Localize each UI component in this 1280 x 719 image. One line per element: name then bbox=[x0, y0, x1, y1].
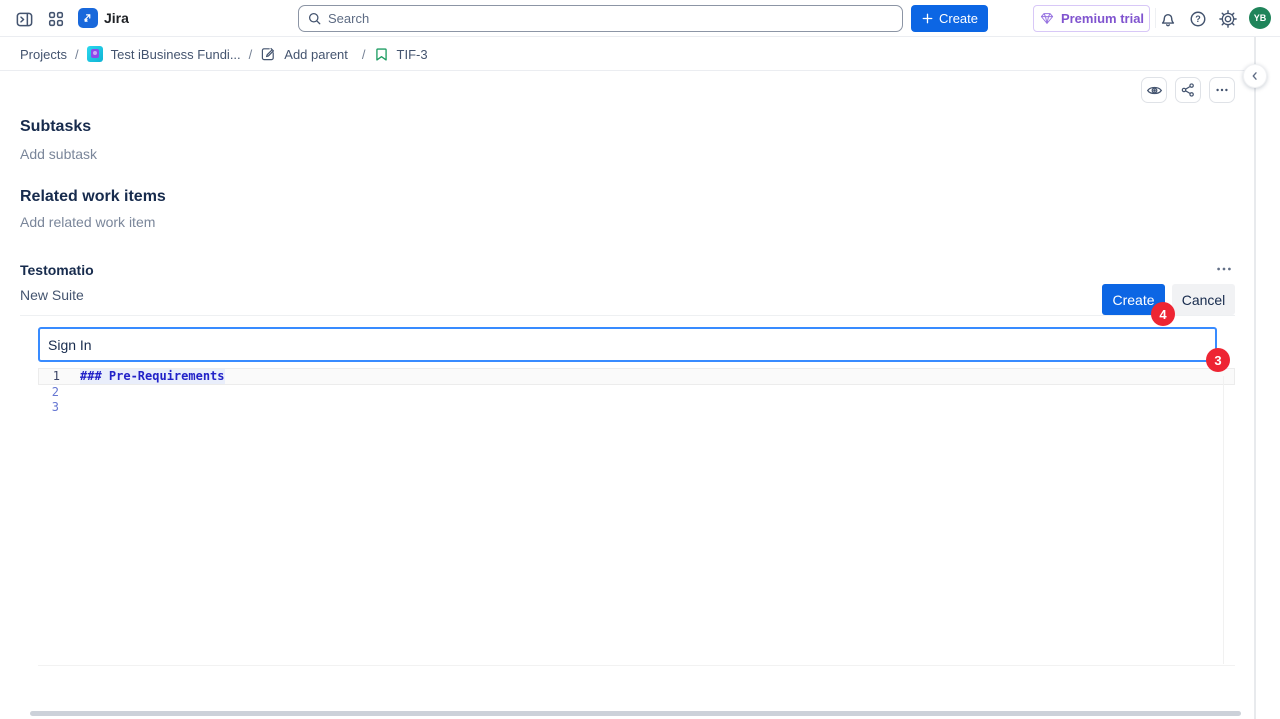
jira-logo-icon[interactable] bbox=[78, 8, 98, 28]
horizontal-scrollbar[interactable] bbox=[30, 711, 1241, 716]
app-title: Jira bbox=[104, 10, 129, 26]
breadcrumb-projects[interactable]: Projects bbox=[20, 47, 67, 62]
notifications-bell-icon[interactable] bbox=[1158, 9, 1178, 29]
editor-line[interactable]: 3 bbox=[38, 400, 1235, 415]
topbar-separator bbox=[1155, 8, 1156, 28]
ellipsis-icon bbox=[1214, 82, 1230, 98]
settings-gear-icon[interactable] bbox=[1218, 9, 1238, 29]
breadcrumb-issue-key[interactable]: TIF-3 bbox=[397, 47, 428, 62]
app-switcher-icon[interactable] bbox=[46, 9, 66, 29]
related-work-items-heading: Related work items bbox=[20, 188, 166, 206]
plus-icon bbox=[921, 12, 934, 25]
suite-title-input[interactable] bbox=[38, 327, 1217, 362]
breadcrumb-bar: Projects / Test iBusiness Fundi... / Add… bbox=[0, 37, 1247, 71]
create-button-label: Create bbox=[939, 11, 978, 26]
create-button[interactable]: Create bbox=[911, 5, 988, 32]
line-number: 3 bbox=[45, 400, 59, 415]
premium-trial-label: Premium trial bbox=[1061, 11, 1144, 26]
breadcrumb: Projects / Test iBusiness Fundi... / Add… bbox=[20, 37, 428, 71]
suite-cancel-button[interactable]: Cancel bbox=[1172, 284, 1235, 315]
testomatio-heading: Testomatio bbox=[20, 262, 94, 278]
chevron-left-icon bbox=[1248, 69, 1262, 83]
breadcrumb-more-button[interactable] bbox=[1209, 77, 1235, 103]
sidebar-toggle-icon[interactable] bbox=[14, 9, 34, 29]
edit-pencil-icon bbox=[260, 46, 276, 62]
breadcrumb-project-name[interactable]: Test iBusiness Fundi... bbox=[111, 47, 241, 62]
breadcrumb-separator: / bbox=[249, 47, 253, 62]
jira-issue-page: Jira Create Premium trial bbox=[0, 0, 1280, 719]
line-number: 1 bbox=[46, 369, 60, 384]
avatar-initials: YB bbox=[1254, 13, 1267, 23]
annotation-badge-4: 4 bbox=[1151, 302, 1175, 326]
testomatio-more-button[interactable] bbox=[1212, 260, 1236, 278]
project-avatar-icon bbox=[87, 46, 103, 62]
premium-trial-button[interactable]: Premium trial bbox=[1033, 5, 1150, 32]
global-search[interactable] bbox=[298, 5, 903, 32]
code-line-text[interactable]: ### Pre-Requirements bbox=[80, 369, 225, 384]
add-related-work-item-link[interactable]: Add related work item bbox=[20, 214, 155, 230]
help-icon[interactable]: ? bbox=[1188, 9, 1208, 29]
subtasks-heading: Subtasks bbox=[20, 118, 91, 136]
suite-description-editor[interactable]: 1 ### Pre-Requirements 2 3 bbox=[38, 368, 1235, 666]
top-navigation-bar: Jira Create Premium trial bbox=[0, 0, 1280, 37]
new-suite-label: New Suite bbox=[20, 287, 84, 303]
search-input[interactable] bbox=[328, 11, 868, 26]
gem-icon bbox=[1039, 11, 1055, 26]
ellipsis-icon bbox=[1215, 262, 1233, 276]
line-number: 2 bbox=[45, 385, 59, 400]
watch-button[interactable] bbox=[1141, 77, 1167, 103]
collapse-panel-button[interactable] bbox=[1243, 64, 1267, 88]
breadcrumb-separator: / bbox=[362, 47, 366, 62]
annotation-badge-3: 3 bbox=[1206, 348, 1230, 372]
svg-text:?: ? bbox=[1195, 14, 1201, 24]
editor-line[interactable]: 1 ### Pre-Requirements bbox=[38, 368, 1235, 385]
breadcrumb-add-parent[interactable]: Add parent bbox=[284, 47, 348, 62]
share-button[interactable] bbox=[1175, 77, 1201, 103]
panel-divider bbox=[1254, 37, 1256, 719]
share-icon bbox=[1180, 82, 1196, 98]
search-icon bbox=[307, 11, 322, 26]
editor-line[interactable]: 2 bbox=[38, 385, 1235, 400]
issue-type-bookmark-icon bbox=[374, 47, 389, 62]
breadcrumb-separator: / bbox=[75, 47, 79, 62]
section-divider bbox=[20, 315, 1235, 316]
add-subtask-link[interactable]: Add subtask bbox=[20, 146, 97, 162]
eye-icon bbox=[1146, 82, 1163, 99]
user-avatar[interactable]: YB bbox=[1249, 7, 1271, 29]
editor-right-rule bbox=[1223, 376, 1224, 664]
